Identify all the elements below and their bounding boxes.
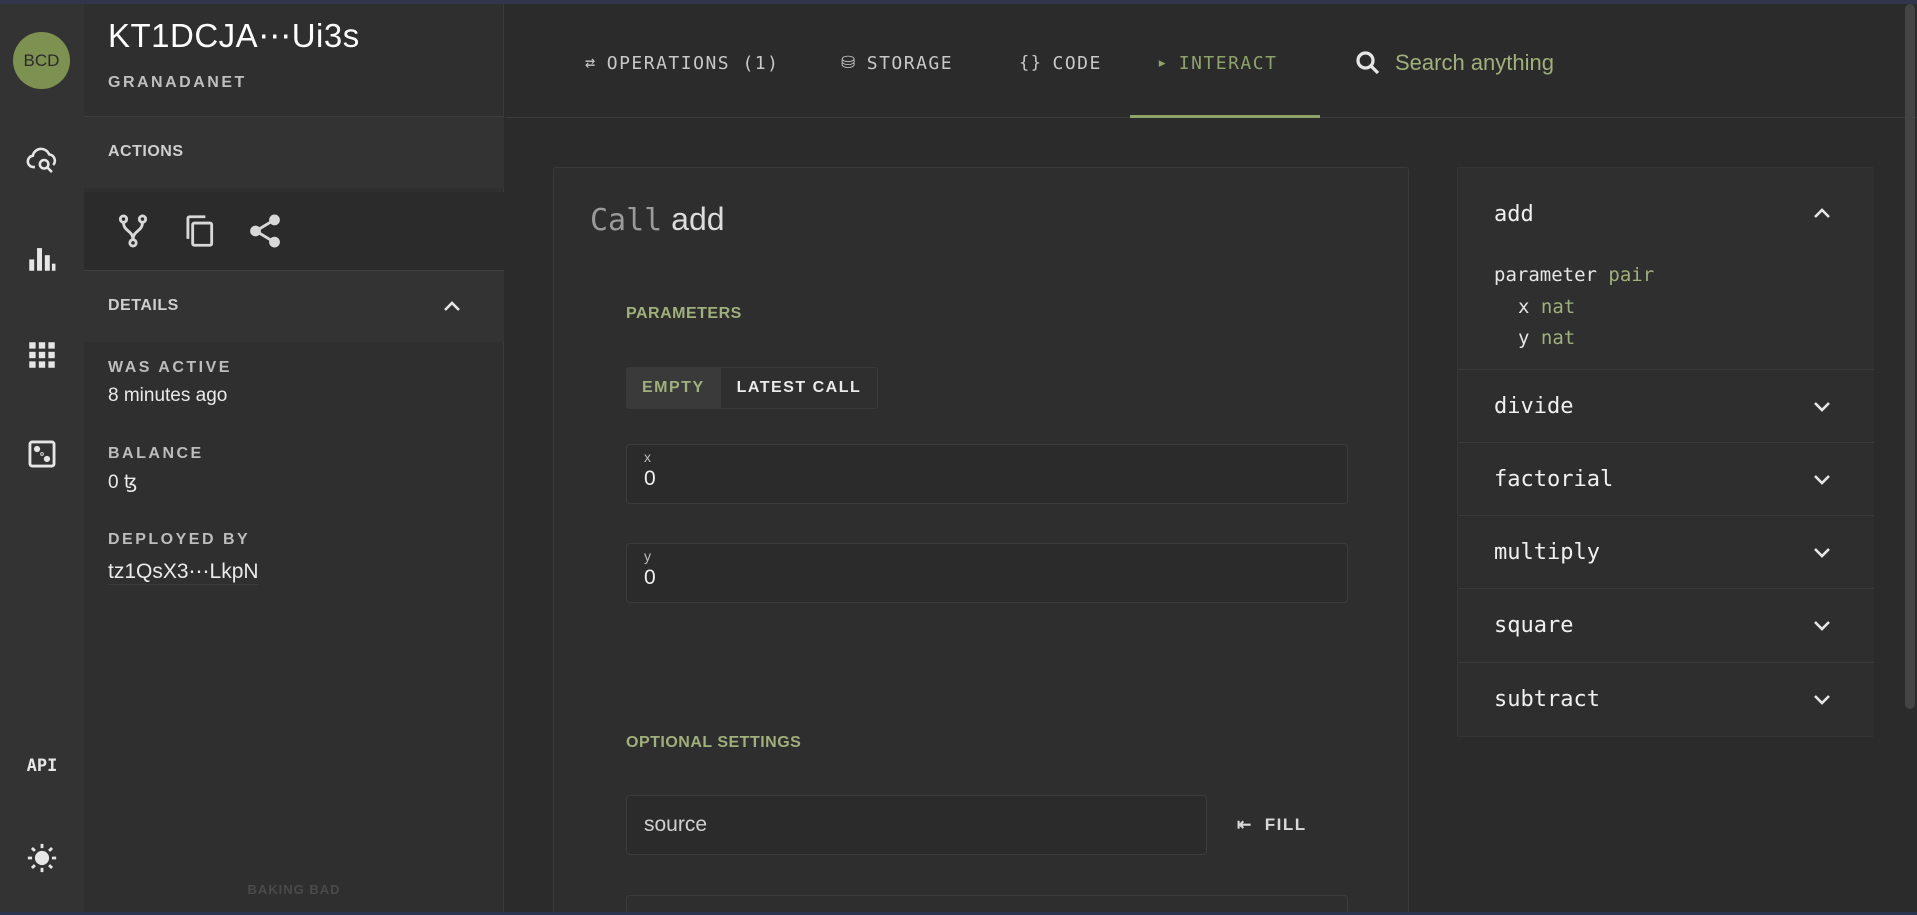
share-icon[interactable]: [246, 212, 284, 250]
search-box[interactable]: Search anything: [1353, 42, 1554, 84]
entrypoint-add-name: add: [1494, 202, 1534, 227]
type-name: pair: [1608, 264, 1655, 286]
balance-value: 0 ꜩ: [108, 472, 138, 493]
chevron-down-icon[interactable]: [1810, 394, 1834, 418]
copy-icon[interactable]: [180, 212, 218, 250]
optional-settings-label: OPTIONAL SETTINGS: [626, 734, 802, 751]
parameters-label: PARAMETERS: [626, 305, 742, 322]
tab-operations[interactable]: ⇄ OPERATIONS (1): [585, 48, 779, 78]
entrypoint-multiply[interactable]: multiply: [1458, 515, 1874, 588]
tab-interact-label: INTERACT: [1178, 52, 1278, 74]
param-x-field[interactable]: x 0: [626, 444, 1348, 504]
type-name: nat: [1540, 296, 1576, 318]
braces-icon: {}: [1019, 53, 1043, 73]
cloud-search-icon[interactable]: [22, 140, 62, 180]
chevron-down-icon[interactable]: [1810, 540, 1834, 564]
type-field: y: [1518, 327, 1530, 349]
toggle-latest-call[interactable]: LATEST CALL: [720, 367, 879, 409]
deployed-by-label: DEPLOYED BY: [108, 531, 251, 548]
theme-sun-icon[interactable]: [22, 838, 62, 878]
param-x-value[interactable]: 0: [644, 467, 656, 491]
entrypoint-name: square: [1494, 613, 1574, 638]
entrypoint-name: subtract: [1494, 687, 1600, 712]
active-tab-indicator: [1130, 115, 1320, 118]
entrypoint-divide[interactable]: divide: [1458, 369, 1874, 442]
call-entrypoint: add: [671, 201, 725, 237]
chevron-up-icon[interactable]: [440, 295, 464, 319]
details-header[interactable]: DETAILS: [84, 270, 504, 342]
play-box-icon: ▸: [1157, 53, 1169, 73]
parameter-source-toggle: EMPTY LATEST CALL: [626, 367, 879, 409]
dice-icon[interactable]: [22, 434, 62, 474]
tab-operations-label: OPERATIONS (1): [606, 52, 780, 74]
tab-interact[interactable]: ▸ INTERACT: [1157, 48, 1277, 78]
deployed-by-address[interactable]: tz1QsX3⋯LkpN: [108, 559, 259, 585]
database-icon: ⛁: [841, 53, 857, 73]
was-active-label: WAS ACTIVE: [108, 359, 232, 376]
entrypoint-factorial[interactable]: factorial: [1458, 442, 1874, 515]
chevron-up-icon[interactable]: [1810, 202, 1834, 226]
param-x-label: x: [644, 449, 651, 465]
call-card: Call add PARAMETERS EMPTY LATEST CALL x …: [553, 167, 1409, 915]
network-name: GRANADANET: [108, 74, 247, 91]
page-scrollbar[interactable]: [1905, 4, 1915, 709]
fill-label: FILL: [1264, 815, 1307, 834]
type-keyword: parameter: [1494, 264, 1597, 286]
entrypoint-subtract[interactable]: subtract: [1458, 662, 1874, 735]
was-active-value: 8 minutes ago: [108, 385, 228, 406]
tab-code[interactable]: {} CODE: [1019, 48, 1102, 78]
call-title: Call add: [590, 201, 725, 238]
chevron-down-icon[interactable]: [1810, 467, 1834, 491]
left-rail: BCD API: [0, 4, 84, 912]
contract-sidebar: KT1DCJA⋯Ui3s GRANADANET ACTIONS DETAILS …: [84, 4, 504, 912]
contract-address[interactable]: KT1DCJA⋯Ui3s: [108, 16, 360, 55]
contract-tabs: ⇄ OPERATIONS (1) ⛁ STORAGE {} CODE ▸ INT…: [505, 4, 1917, 118]
apps-grid-icon[interactable]: [22, 335, 62, 375]
call-keyword: Call: [590, 203, 663, 238]
swap-icon: ⇄: [585, 53, 597, 73]
chevron-down-icon[interactable]: [1810, 613, 1834, 637]
arrow-to-left-icon: ⇤: [1237, 815, 1253, 834]
details-label: DETAILS: [108, 297, 179, 314]
fork-icon[interactable]: [114, 212, 152, 250]
param-y-field[interactable]: y 0: [626, 543, 1348, 603]
entrypoint-name: factorial: [1494, 467, 1614, 492]
footer-brand: BAKING BAD: [247, 882, 341, 897]
type-name: nat: [1540, 327, 1576, 349]
entrypoint-square[interactable]: square: [1458, 588, 1874, 661]
param-y-label: y: [644, 548, 651, 564]
type-line-y: y nat: [1518, 327, 1575, 349]
entrypoint-name: multiply: [1494, 540, 1600, 565]
tab-storage[interactable]: ⛁ STORAGE: [841, 48, 953, 78]
search-placeholder: Search anything: [1395, 50, 1554, 75]
param-y-value[interactable]: 0: [644, 566, 656, 590]
bar-chart-icon[interactable]: [22, 238, 62, 278]
entrypoints-panel: add parameter pair x nat y nat divide fa…: [1457, 167, 1874, 737]
type-field: x: [1518, 296, 1530, 318]
chevron-down-icon[interactable]: [1810, 687, 1834, 711]
actions-toolbar: [84, 192, 504, 270]
tab-storage-label: STORAGE: [866, 52, 954, 74]
tab-code-label: CODE: [1052, 52, 1102, 74]
bcd-logo[interactable]: BCD: [13, 32, 70, 89]
type-line-parameter: parameter pair: [1494, 264, 1654, 286]
toggle-empty[interactable]: EMPTY: [626, 367, 721, 409]
search-icon: [1356, 51, 1380, 75]
balance-label: BALANCE: [108, 445, 204, 462]
source-placeholder: source: [644, 813, 708, 836]
fill-button[interactable]: ⇤ FILL: [1237, 809, 1307, 841]
api-link[interactable]: API: [22, 756, 62, 776]
type-line-x: x nat: [1518, 296, 1575, 318]
actions-header: ACTIONS: [84, 116, 504, 188]
entrypoint-add[interactable]: add parameter pair x nat y nat: [1458, 168, 1874, 369]
entrypoint-name: divide: [1494, 394, 1574, 419]
actions-label: ACTIONS: [108, 143, 184, 160]
source-input[interactable]: source: [626, 795, 1207, 855]
